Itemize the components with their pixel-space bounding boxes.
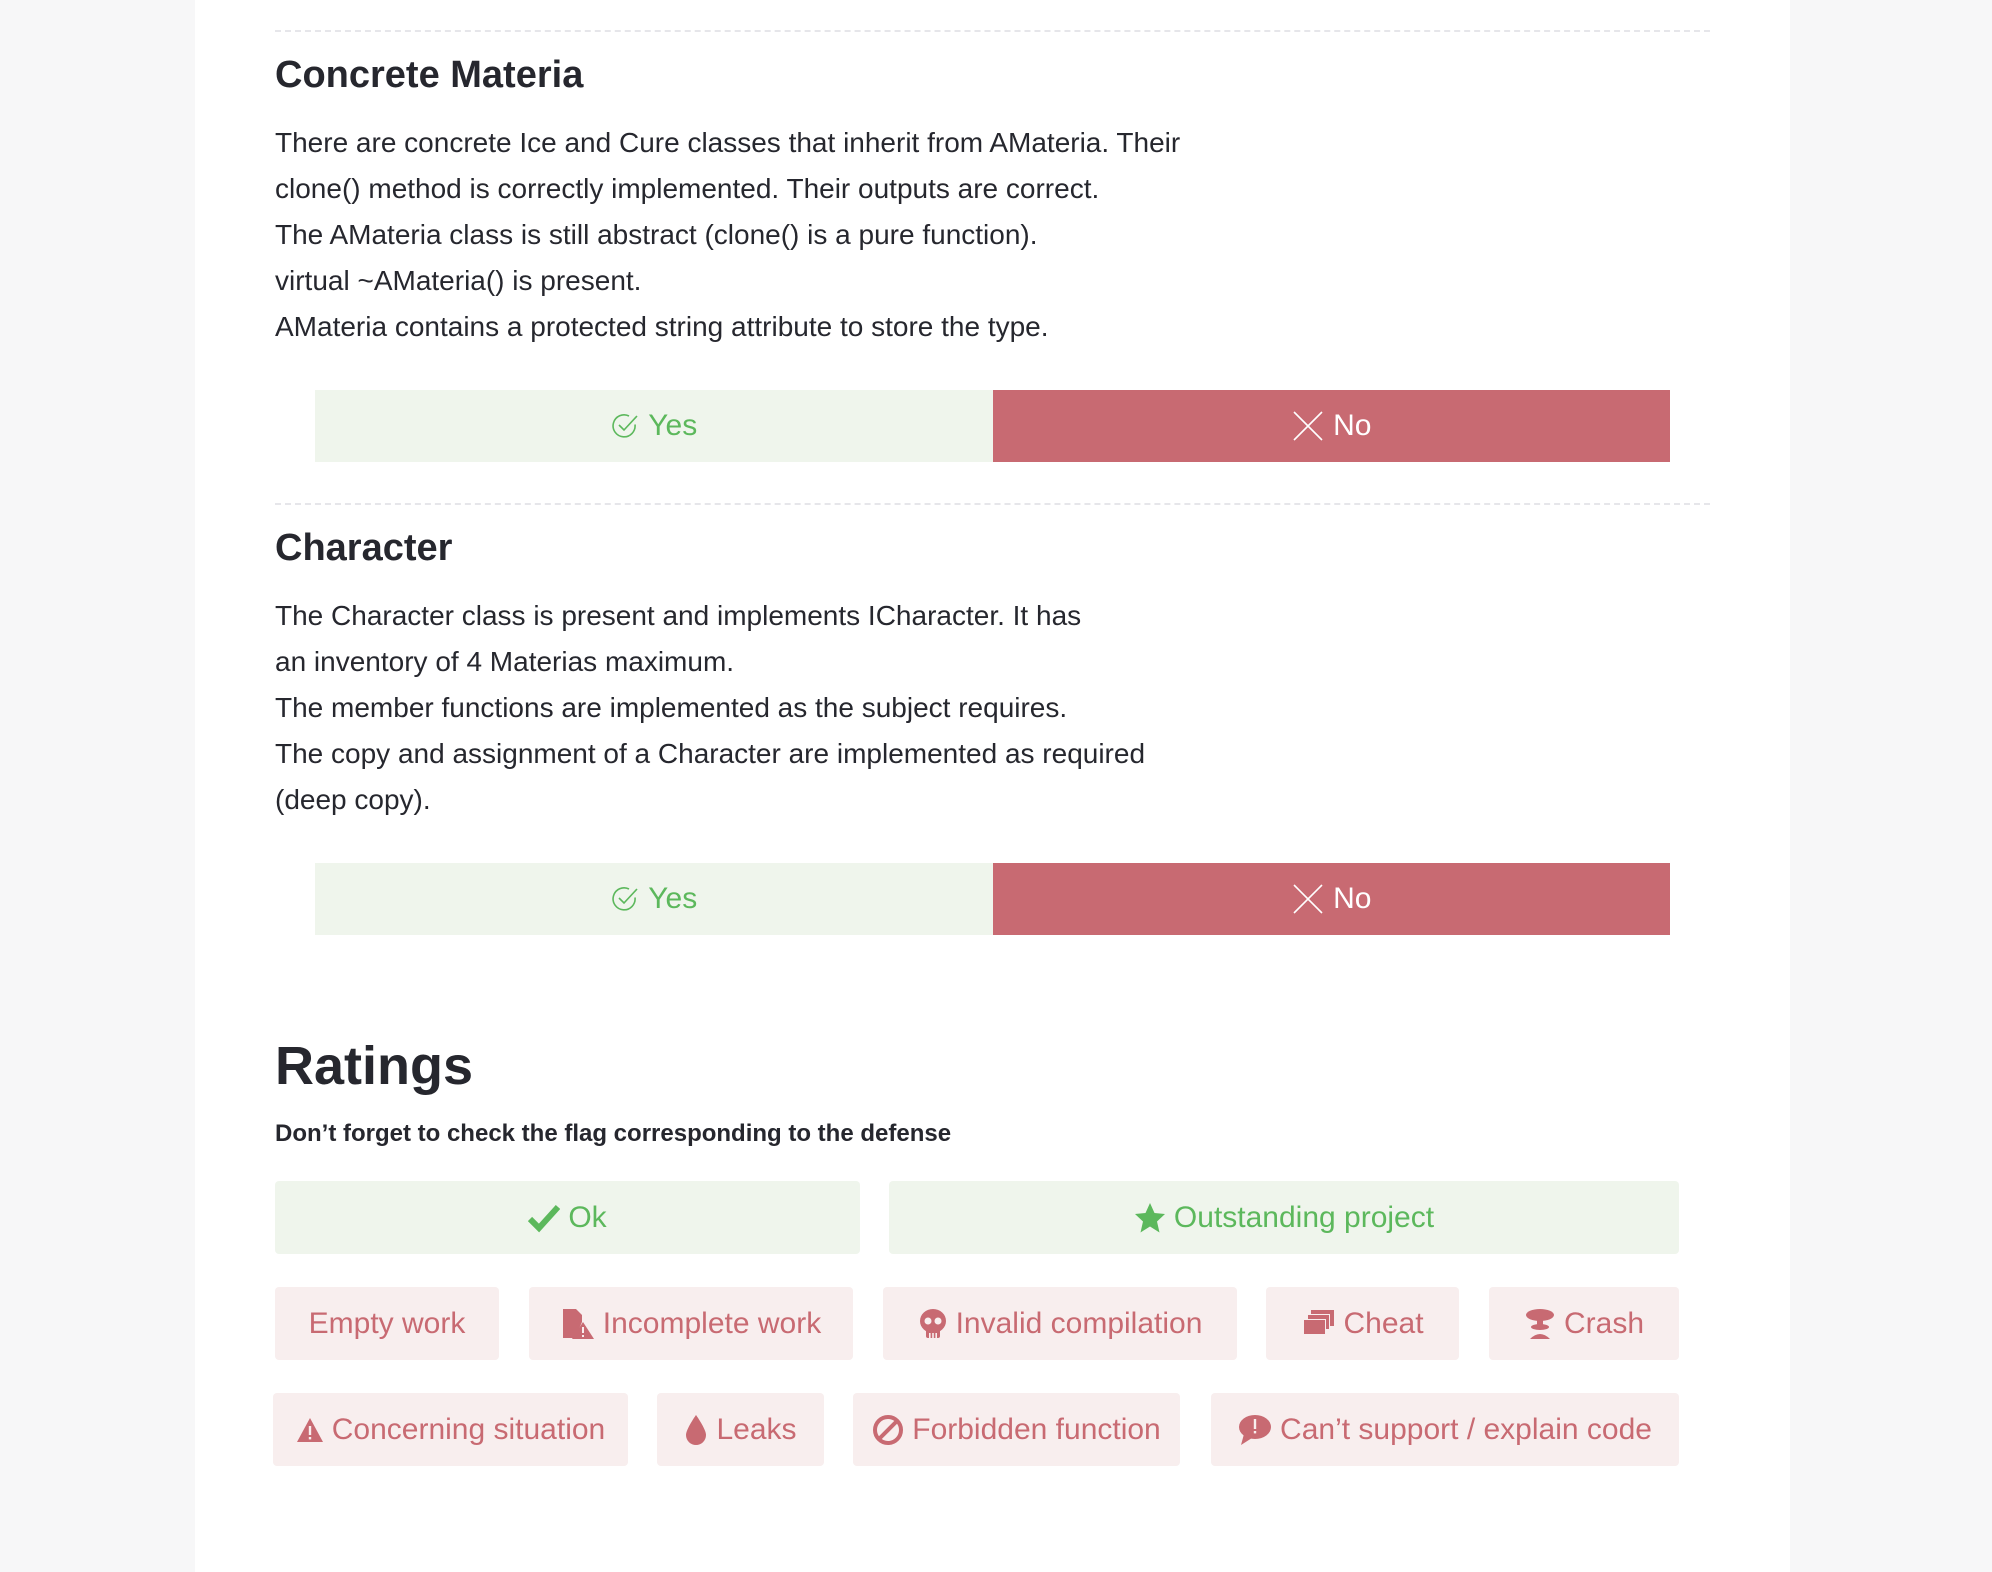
warning-triangle-icon (296, 1417, 323, 1442)
flag-label: Cheat (1343, 1306, 1424, 1340)
droplet-icon (686, 1414, 707, 1445)
section-description: The Character class is present and imple… (275, 593, 1175, 823)
description-line: The AMateria class is still abstract (cl… (275, 219, 1038, 250)
flag-forbidden-function-button[interactable]: Forbidden function (853, 1393, 1180, 1466)
yes-label: Yes (648, 882, 698, 915)
no-button[interactable]: No (992, 863, 1670, 935)
section-title: Concrete Materia (275, 54, 584, 96)
flag-invalid-compilation-button[interactable]: Invalid compilation (883, 1287, 1237, 1360)
description-line: The member functions are implemented as … (275, 692, 1068, 723)
ban-icon (873, 1414, 904, 1445)
flag-ok-button[interactable]: Ok (275, 1181, 860, 1254)
flag-label: Concerning situation (331, 1412, 606, 1446)
section-concrete-materia: Concrete Materia There are concrete Ice … (275, 30, 1710, 472)
flag-label: Crash (1563, 1306, 1645, 1340)
flag-label: Outstanding project (1173, 1200, 1435, 1234)
description-line: The copy and assignment of a Character a… (275, 738, 1146, 769)
file-warning-icon (562, 1308, 594, 1339)
ratings-subtitle: Don’t forget to check the flag correspon… (275, 1120, 952, 1147)
yes-no-toggle: Yes No (315, 863, 1670, 935)
flag-label: Ok (568, 1200, 607, 1234)
close-icon (1293, 884, 1323, 914)
flag-label: Can’t support / explain code (1280, 1412, 1652, 1446)
description-line: There are concrete Ice and Cure classes … (275, 127, 1181, 158)
check-circle-icon (612, 887, 638, 911)
flag-outstanding-button[interactable]: Outstanding project (889, 1181, 1679, 1254)
explosion-icon (1525, 1308, 1554, 1339)
description-line: an inventory of 4 Materias maximum. (275, 646, 735, 677)
flag-empty-work-button[interactable]: Empty work (275, 1287, 499, 1360)
speech-bubble-icon (1239, 1414, 1272, 1445)
skull-icon (919, 1308, 946, 1338)
flag-label: Leaks (716, 1412, 797, 1446)
flag-label: Forbidden function (912, 1412, 1161, 1446)
flag-incomplete-work-button[interactable]: Incomplete work (529, 1287, 853, 1360)
no-label: No (1333, 409, 1372, 442)
yes-button[interactable]: Yes (315, 390, 993, 462)
flag-leaks-button[interactable]: Leaks (657, 1393, 824, 1466)
star-icon (1134, 1202, 1165, 1232)
flag-concerning-situation-button[interactable]: Concerning situation (273, 1393, 628, 1466)
flag-label: Empty work (308, 1306, 466, 1340)
flag-crash-button[interactable]: Crash (1489, 1287, 1679, 1360)
copy-stack-icon (1303, 1309, 1335, 1335)
section-character: Character The Character class is present… (275, 503, 1710, 945)
flag-cant-support-button[interactable]: Can’t support / explain code (1211, 1393, 1679, 1466)
description-line: virtual ~AMateria() is present. (275, 265, 642, 296)
flag-label: Incomplete work (602, 1306, 822, 1340)
description-line: The Character class is present and imple… (275, 600, 1082, 631)
yes-no-toggle: Yes No (315, 390, 1670, 462)
ratings-title: Ratings (275, 1036, 474, 1096)
yes-label: Yes (648, 409, 698, 442)
description-line: clone() method is correctly implemented.… (275, 173, 1100, 204)
check-circle-icon (612, 414, 638, 438)
section-title: Character (275, 527, 453, 569)
evaluation-page: Concrete Materia There are concrete Ice … (195, 0, 1790, 1572)
flag-cheat-button[interactable]: Cheat (1266, 1287, 1459, 1360)
description-line: (deep copy). (275, 784, 431, 815)
description-line: AMateria contains a protected string att… (275, 311, 1049, 342)
section-description: There are concrete Ice and Cure classes … (275, 120, 1181, 350)
yes-button[interactable]: Yes (315, 863, 993, 935)
no-button[interactable]: No (992, 390, 1670, 462)
no-label: No (1333, 882, 1372, 915)
checkmark-icon (528, 1204, 561, 1232)
close-icon (1293, 411, 1323, 441)
flag-label: Invalid compilation (955, 1306, 1203, 1340)
